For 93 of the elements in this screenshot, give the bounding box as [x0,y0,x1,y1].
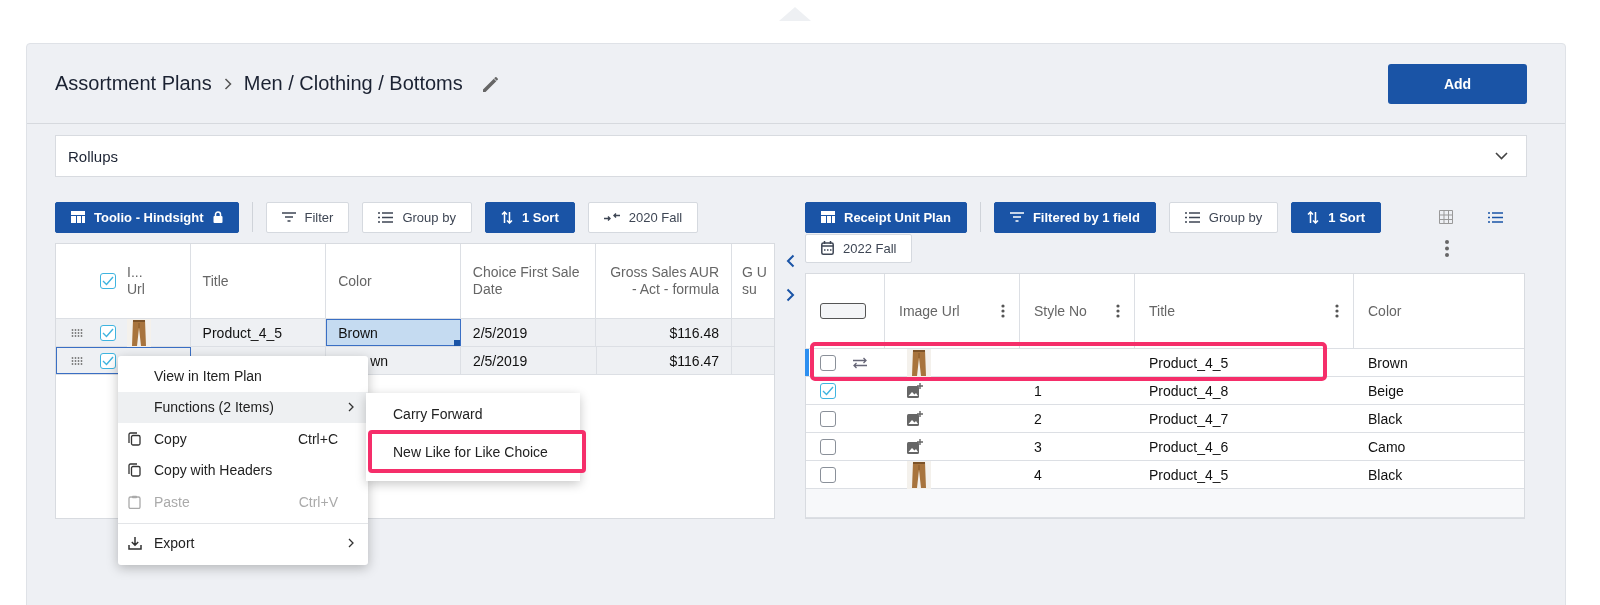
table-cell: Product_4_7 [1149,410,1229,427]
toolbar-button[interactable]: Receipt Unit Plan [805,201,967,233]
more-options-icon[interactable] [1445,239,1449,257]
chevron-right-icon[interactable] [785,288,795,302]
toolbar-button[interactable]: 1 Sort [484,201,575,233]
page-title: Men / Clothing / Bottoms [243,72,463,95]
fill-handle[interactable] [453,340,460,346]
toolbar-button[interactable]: Group by [362,201,472,233]
column-header[interactable]: Title [1149,302,1175,320]
column-header[interactable]: Gross Sales AUR - Act - formula [596,244,733,318]
checkbox[interactable] [100,324,116,341]
checkbox[interactable] [820,466,836,483]
sort-icon [500,210,513,224]
table-cell: 3 [1034,438,1042,455]
list-icon [378,211,394,223]
add-image-icon[interactable] [907,411,923,426]
checkbox[interactable] [100,273,116,289]
toolbar-button[interactable]: 1 Sort [1291,201,1382,233]
chevron-right-icon [223,77,232,90]
list-icon [1184,211,1200,223]
table-cell: $116.48 [669,324,720,341]
column-header[interactable]: Image Url [899,302,960,320]
table-cell: Black [1368,410,1403,427]
compare-arrows-icon [603,212,620,222]
chevron-left-icon[interactable] [785,254,795,268]
table-cell: Brown [1368,354,1408,371]
checkbox[interactable] [820,438,836,455]
filter-icon [281,212,296,222]
table-cell: Product_4_5 [1149,354,1229,371]
list-view-icon[interactable] [1488,211,1503,223]
table-cell: Brown [338,324,378,341]
table-cell: Beige [1368,382,1404,399]
add-button[interactable]: Add [1388,63,1527,104]
copy-icon [128,463,141,478]
checkbox[interactable] [820,303,866,319]
column-header[interactable]: I... Url [127,264,155,298]
drag-handle-icon[interactable] [71,328,83,337]
rollups-dropdown[interactable]: Rollups [55,135,1527,177]
copy-icon [128,431,141,446]
sort-icon [1307,210,1320,224]
more-options-icon[interactable] [1116,304,1120,318]
table-cell: Product_4_5 [1149,466,1229,483]
more-options-icon[interactable] [1001,304,1005,318]
column-header[interactable]: Style No [1034,302,1087,320]
table-row[interactable]: Product_4_5 Brown 2/5/2019 $116.48 [56,319,774,347]
checkbox[interactable] [820,382,836,399]
column-header[interactable]: Color [1368,302,1402,320]
layout-icon [71,211,85,223]
clipboard-icon [128,494,141,509]
column-header[interactable]: Color [326,244,461,318]
chevron-right-icon [348,538,354,549]
table-cell: 2 [1034,410,1042,427]
table-cell: Product_4_8 [1149,382,1229,399]
layout-icon [821,211,835,223]
table-cell: Product_4_5 [202,324,282,341]
checkbox[interactable] [820,354,836,371]
table-cell: 4 [1034,466,1042,483]
toolbar-button[interactable]: Group by [1168,201,1279,233]
column-header[interactable]: G U su [732,244,774,318]
table-cell: Black [1368,466,1403,483]
filter-icon [1009,212,1024,222]
table-cell: Product_4_6 [1149,438,1229,455]
toolbar-button[interactable]: Filter [265,201,350,233]
table-cell: Camo [1368,438,1406,455]
checkbox[interactable] [100,352,116,369]
checkbox[interactable] [820,410,836,427]
column-header[interactable]: Choice First Sale Date [460,244,597,318]
menu-item[interactable]: Copy with Headers [118,454,368,486]
table-cell: $116.47 [669,352,720,369]
toolbar-button[interactable]: Filtered by 1 field [993,201,1156,233]
chevron-right-icon [348,402,354,413]
swap-icon[interactable] [852,356,868,369]
add-image-icon[interactable] [907,383,923,398]
menu-item[interactable]: Functions (2 Items) [118,391,368,423]
toolbar-button[interactable]: Toolio - Hindsight [55,201,239,233]
add-image-icon[interactable] [907,439,923,454]
menu-item[interactable]: Carry Forward [366,398,580,430]
table-cell: 2/5/2019 [472,324,528,341]
chevron-down-icon [1495,152,1508,160]
menu-item[interactable]: New Like for Like Choice [368,430,586,473]
table-cell: 1 [1034,382,1042,399]
table-cell: 2/5/2019 [472,352,528,369]
column-header[interactable]: Title [190,244,327,318]
table-cell: wn [370,352,389,369]
toolbar-button[interactable]: 2020 Fall [587,201,699,233]
more-options-icon[interactable] [1335,304,1339,318]
menu-item[interactable]: Export [118,527,368,559]
drag-handle-icon[interactable] [71,356,83,365]
toolbar-button[interactable]: 2022 Fall [805,233,913,263]
calendar-icon [821,241,834,255]
breadcrumb-link[interactable]: Assortment Plans [55,72,212,95]
download-icon [128,536,142,551]
menu-item[interactable]: Copy Ctrl+C [118,423,368,455]
